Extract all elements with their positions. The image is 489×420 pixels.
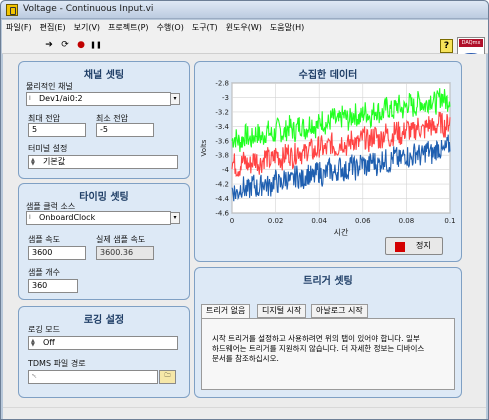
x-tick-label: 0 bbox=[230, 217, 234, 225]
actual-sample-rate-display: 3600.36 bbox=[96, 246, 154, 260]
context-help-icon[interactable]: ? bbox=[440, 39, 453, 53]
x-tick-label: 0.1 bbox=[444, 217, 455, 225]
menu-window[interactable]: 윈도우(W) bbox=[222, 20, 266, 36]
menu-bar: 파일(F) 편집(E) 보기(V) 프로젝트(P) 수행(O) 도구(T) 윈도우(W) 도움… bbox=[2, 20, 488, 36]
tdms-path-label: TDMS 파일 경로 bbox=[28, 359, 86, 368]
menu-operate[interactable]: 수행(O) bbox=[153, 20, 188, 36]
tab-analog-start[interactable]: 아날로그 시작 bbox=[311, 304, 368, 318]
clock-io-icon: I bbox=[29, 214, 31, 221]
samples-per-channel-label: 샘플 개수 bbox=[28, 268, 60, 277]
y-axis-label: Volts bbox=[200, 139, 208, 156]
min-voltage-field[interactable]: -5 bbox=[96, 123, 154, 137]
trigger-settings-title: 트리거 셋팅 bbox=[303, 276, 353, 287]
y-tick-label: -4.6 bbox=[215, 210, 229, 218]
tab-no-trigger[interactable]: 트리거 없음 bbox=[201, 304, 251, 319]
y-tick-label: -3 bbox=[222, 94, 229, 102]
sample-clock-source-value: OnboardClock bbox=[39, 213, 96, 222]
sample-rate-label: 샘플 속도 bbox=[28, 235, 60, 244]
logging-mode-value: Off bbox=[43, 338, 55, 347]
y-tick-label: -3.4 bbox=[215, 123, 229, 131]
vi-icon bbox=[6, 4, 18, 16]
terminal-config-label: 터미널 설정 bbox=[28, 144, 68, 153]
stop-button[interactable]: 정지 bbox=[385, 237, 443, 255]
logging-mode-ring[interactable]: ▲ ▼ Off bbox=[28, 336, 178, 350]
menu-edit[interactable]: 편집(E) bbox=[36, 20, 70, 36]
samples-per-channel-field[interactable]: 360 bbox=[28, 279, 78, 293]
actual-sample-rate-label: 실제 샘플 속도 bbox=[96, 235, 146, 244]
y-tick-label: -4 bbox=[222, 166, 230, 174]
menu-tools[interactable]: 도구(T) bbox=[188, 20, 222, 36]
vertical-scrollbar[interactable] bbox=[471, 54, 486, 407]
physical-channel-label: 물리적인 채널 bbox=[26, 82, 73, 91]
run-continuously-icon[interactable]: ⟳ bbox=[58, 38, 72, 52]
menu-project[interactable]: 프로젝트(P) bbox=[104, 20, 153, 36]
ring-spinner-icon[interactable]: ▲ ▼ bbox=[31, 158, 37, 167]
logging-mode-spinner-icon[interactable]: ▲ ▼ bbox=[31, 339, 37, 348]
horizontal-scrollbar[interactable] bbox=[3, 407, 486, 419]
channel-io-icon: I bbox=[29, 95, 31, 102]
y-tick-label: -3.2 bbox=[215, 108, 229, 116]
y-tick-label: -3.8 bbox=[215, 152, 229, 160]
tdms-path-field[interactable]: ␀ bbox=[28, 370, 158, 384]
run-arrow-icon[interactable]: ➔ bbox=[42, 38, 56, 52]
trigger-message-line2: 하드웨어는 트리거를 지원하지 않습니다. 더 자세한 정보는 디바이스 bbox=[212, 344, 425, 353]
browse-folder-icon[interactable]: 🗀 bbox=[159, 370, 176, 384]
menu-help[interactable]: 도움말(H) bbox=[266, 20, 308, 36]
y-tick-label: -4.2 bbox=[215, 181, 229, 189]
logo-text: DAQmx bbox=[459, 39, 483, 47]
sample-rate-field[interactable]: 3600 bbox=[28, 246, 86, 260]
y-tick-label: -2.8 bbox=[215, 80, 229, 88]
y-tick-label: -3.6 bbox=[215, 137, 229, 145]
y-tick-label: -4.4 bbox=[215, 195, 229, 203]
terminal-config-ring[interactable]: ▲ ▼ 기본값 bbox=[28, 155, 178, 169]
x-tick-label: 0.04 bbox=[311, 217, 327, 225]
terminal-config-value: 기본값 bbox=[43, 157, 66, 166]
logging-settings-panel: 로깅 설정 bbox=[18, 306, 190, 398]
stop-label: 정지 bbox=[416, 241, 431, 250]
toolbar: ➔ ⟳ ● ❚❚ bbox=[2, 36, 488, 54]
physical-channel-value: Dev1/ai0:2 bbox=[39, 94, 83, 103]
logging-mode-label: 로깅 모드 bbox=[28, 325, 60, 334]
x-tick-label: 0.02 bbox=[268, 217, 284, 225]
trigger-message-line3: 문서를 참조하십시오. bbox=[212, 354, 279, 363]
menu-view[interactable]: 보기(V) bbox=[70, 20, 104, 36]
window-title: Voltage - Continuous Input.vi bbox=[23, 4, 154, 14]
trigger-tab-content: 시작 트리거를 설정하고 사용하려면 위의 탭이 있어야 합니다. 일부 하드웨… bbox=[201, 318, 455, 390]
sample-clock-source-field[interactable]: I OnboardClock bbox=[26, 211, 171, 225]
pause-icon[interactable]: ❚❚ bbox=[89, 38, 103, 52]
channel-settings-title: 채널 셋팅 bbox=[83, 70, 125, 81]
tab-digital-start[interactable]: 디지털 시작 bbox=[257, 304, 307, 318]
stop-square-icon bbox=[395, 242, 405, 252]
x-axis-label: 시간 bbox=[334, 227, 349, 237]
physical-channel-dropdown-icon[interactable]: ▾ bbox=[170, 93, 180, 105]
x-tick-label: 0.06 bbox=[355, 217, 371, 225]
abort-icon[interactable]: ● bbox=[74, 38, 88, 52]
clock-source-dropdown-icon[interactable]: ▾ bbox=[170, 212, 180, 224]
trigger-message-line1: 시작 트리거를 설정하고 사용하려면 위의 탭이 있어야 합니다. 일부 bbox=[212, 334, 420, 343]
x-tick-label: 0.08 bbox=[399, 217, 415, 225]
application-window: Voltage - Continuous Input.vi 파일(F) 편집(E)… bbox=[0, 0, 489, 420]
waveform-chart: -2.8 -3 -3.2 -3.4 -3.6 -3.8 -4 -4.2 -4.4 -4.60 0.0… bbox=[200, 80, 456, 238]
physical-channel-field[interactable]: I Dev1/ai0:2 bbox=[26, 92, 171, 106]
title-bar: Voltage - Continuous Input.vi bbox=[1, 1, 488, 19]
max-voltage-field[interactable]: 5 bbox=[28, 123, 86, 137]
menu-file[interactable]: 파일(F) bbox=[2, 20, 36, 36]
